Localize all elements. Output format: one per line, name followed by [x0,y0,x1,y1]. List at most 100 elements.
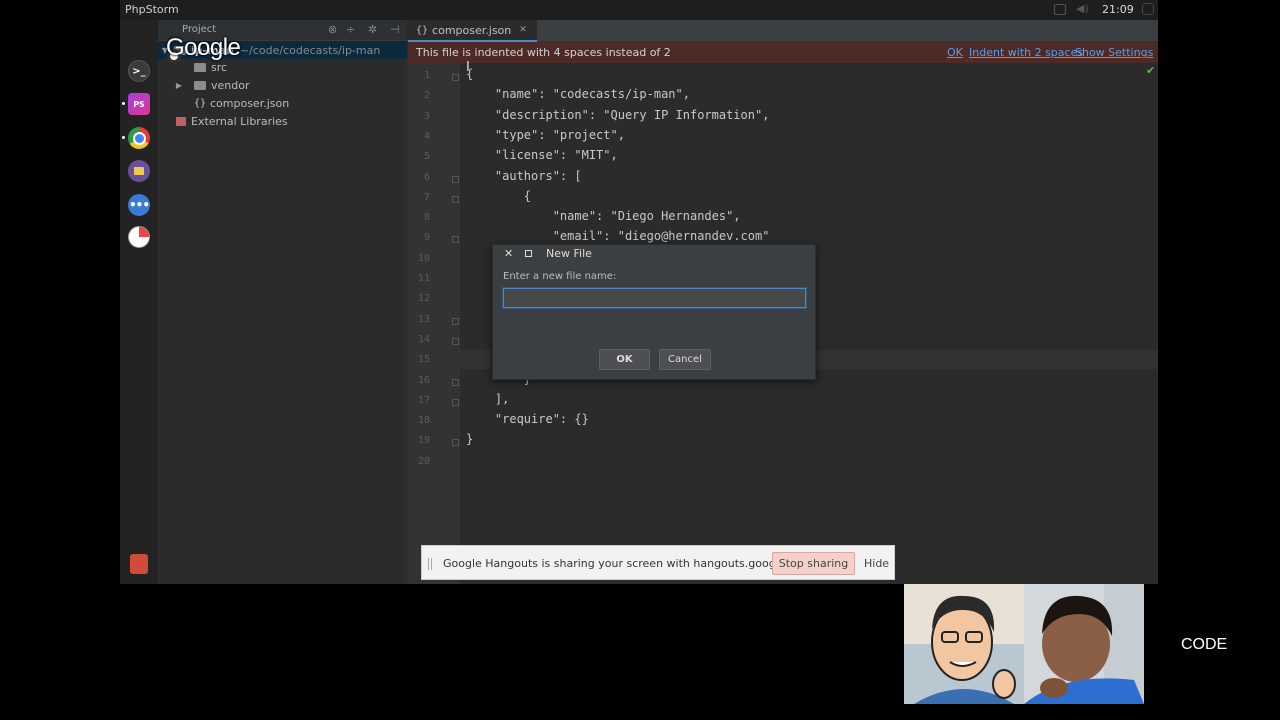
line-number: 6 [423,171,430,183]
line-number: 12 [417,293,430,305]
presenter-avatar-video [904,584,1024,704]
drag-handle-icon[interactable] [428,558,432,570]
folder-icon [194,62,206,72]
show-settings-link[interactable]: Show Settings [1075,46,1153,59]
code-line: ], [466,391,510,406]
webcam-feed [1024,584,1144,704]
project-panel: Project ⊗ ÷ ✲ ⊣ ▼ ip-man ~/code/codecast… [158,20,407,584]
maximize-icon[interactable] [525,250,532,257]
gear-icon[interactable]: ✲ [368,23,377,36]
checkmark-icon: ✔ [1146,64,1156,77]
power-icon[interactable] [1142,3,1154,15]
folder-icon [194,80,206,90]
volume-icon[interactable]: ◀) [1076,2,1089,15]
launcher-dock: >_ PS ••• [120,20,158,584]
line-number: 14 [417,333,430,345]
presenter-webcam-video [1024,584,1144,704]
tree-item-composer-json[interactable]: {} composer.json [158,94,407,112]
fold-marker-icon[interactable] [452,378,459,386]
line-number: 19 [417,435,430,447]
new-file-dialog: ✕ New File Enter a new file name: OK Can… [492,244,816,380]
editor-tab-bar: {} composer.json ✕ [408,20,1158,42]
library-icon [176,116,186,126]
stream-label: CODE [1181,636,1228,653]
tree-root-path: ~/code/codecasts/ip-man [239,43,381,57]
line-gutter: 1 2 3 4 5 6 7 8 9 10 11 12 13 14 15 16 17 18 19 20 [408,63,460,584]
top-panel: PhpStorm ◀) 21:09 [120,0,1158,20]
running-indicator [122,102,125,105]
chrome-icon[interactable] [128,127,150,149]
line-number: 18 [417,415,430,427]
window-tray-icon[interactable] [1054,4,1066,15]
cancel-button[interactable]: Cancel [659,349,711,370]
line-number: 8 [423,212,430,224]
text-cursor-icon: I [466,60,470,75]
line-number: 1 [423,70,430,81]
fold-marker-icon[interactable] [452,195,459,203]
hide-link[interactable]: Hide [864,557,889,570]
code-line: "description": "Query IP Information", [466,107,770,122]
close-icon[interactable]: ✕ [519,25,527,35]
line-number: 3 [423,110,430,122]
stop-sharing-button[interactable]: Stop sharing [772,552,855,575]
code-line: "name": "Diego Hernandes", [466,209,741,224]
fold-marker-icon[interactable] [452,317,459,325]
tree-item-label: src [211,60,228,74]
indent-2-spaces-link[interactable]: Indent with 2 spaces [969,46,1083,59]
code-line: { [466,188,532,203]
share-message: Google Hangouts is sharing your screen w… [443,557,817,570]
json-file-icon: {} [194,97,207,109]
phpstorm-icon[interactable]: PS [128,93,150,115]
line-number: 20 [417,455,430,467]
json-file-icon: {} [416,24,429,36]
google-logo: Google [166,34,241,61]
code-line: "name": "codecasts/ip-man", [466,87,690,102]
files-icon[interactable] [128,160,150,182]
code-line: "email": "diego@hernandev.com" [466,229,770,244]
notice-message: This file is indented with 4 spaces inst… [416,46,671,59]
notice-ok-link[interactable]: OK [947,46,963,59]
tree-item-label: composer.json [210,96,290,110]
app-title: PhpStorm [125,3,179,16]
close-icon[interactable]: ✕ [504,247,513,260]
tree-item-vendor[interactable]: ▶ vendor [158,76,407,94]
code-line: "authors": [ [466,168,582,183]
running-indicator [122,136,125,139]
code-line: "type": "project", [466,127,625,142]
tree-item-label: External Libraries [191,114,288,128]
chevron-right-icon[interactable]: ▶ [174,81,184,90]
line-number: 4 [423,130,430,142]
indent-notice-bar: This file is indented with 4 spaces inst… [408,42,1158,63]
fold-marker-icon[interactable] [452,439,459,447]
line-number: 15 [417,354,430,366]
line-number: 7 [423,191,430,203]
ok-button[interactable]: OK [599,349,650,370]
line-number: 11 [417,273,430,284]
line-number: 17 [417,394,430,406]
line-number: 2 [423,90,430,102]
tab-composer-json[interactable]: {} composer.json ✕ [408,20,537,42]
file-name-input[interactable] [503,288,806,308]
fold-marker-icon[interactable] [452,175,459,183]
fold-marker-icon[interactable] [452,398,459,406]
line-number: 16 [417,374,430,386]
hangouts-share-bar: Google Hangouts is sharing your screen w… [421,545,895,580]
clock[interactable]: 21:09 [1102,3,1134,16]
collapse-icon[interactable]: ÷ [346,23,355,36]
trash-icon[interactable] [130,554,148,574]
tab-label: composer.json [432,23,512,37]
chat-icon[interactable]: ••• [128,194,150,216]
dialog-title: New File [546,247,592,260]
hide-panel-icon[interactable]: ⊣ [390,23,400,36]
tree-item-external-libraries[interactable]: External Libraries [158,112,407,130]
fold-marker-icon[interactable] [452,236,459,244]
tree-item-label: vendor [211,78,250,92]
line-number: 13 [417,313,430,325]
code-line: "license": "MIT", [466,148,618,163]
terminal-icon[interactable]: >_ [128,60,150,82]
clock-app-icon[interactable] [128,226,150,248]
fold-marker-icon[interactable] [452,74,459,81]
scope-icon[interactable]: ⊗ [328,23,337,36]
code-line: "require": {} [466,412,589,427]
fold-marker-icon[interactable] [452,337,459,345]
